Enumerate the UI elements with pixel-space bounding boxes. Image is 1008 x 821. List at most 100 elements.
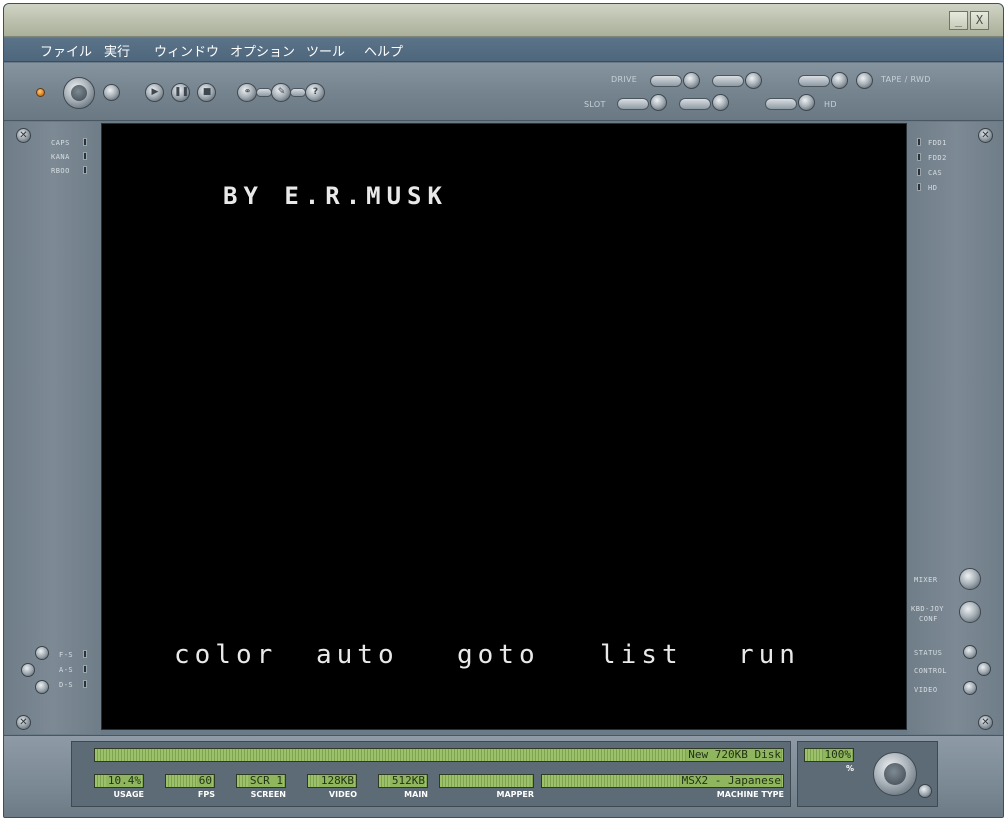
hd-slot[interactable] [765,98,797,110]
disk-status-display: New 720KB Disk [94,748,784,762]
fdd1-led [917,138,921,146]
drive-b-button[interactable] [745,72,762,89]
slot-1-cartridge[interactable] [617,98,649,110]
hd-indicator-label: HD [928,184,938,192]
disk-status-text: New 720KB Disk [686,748,781,761]
mixer-button[interactable] [959,568,981,590]
speed-display: 100% [804,748,854,762]
kbd-joy-config-button[interactable] [959,601,981,623]
hd-button[interactable] [798,94,815,111]
caps-label: CAPS [51,139,70,147]
menu-window[interactable]: ウィンドウ [154,41,219,60]
video-label: VIDEO [914,686,938,694]
speed-reset-button[interactable] [918,784,932,798]
as-led [83,665,87,673]
menu-run[interactable]: 実行 [104,41,130,60]
function-key-f2: auto [316,640,399,670]
screw-icon: ✕ [16,715,31,730]
tape-rewind-button[interactable] [856,72,873,89]
usage-value: 10.4% [105,774,141,787]
emulator-screen[interactable]: BY E.R.MUSK color auto goto list run [101,123,907,730]
drive-a-slot[interactable] [650,75,682,87]
kana-label: KANA [51,153,70,161]
mapper-display [439,774,534,788]
slot-2-button[interactable] [712,94,729,111]
speed-panel: 100% % [797,741,938,807]
fullscreen-button[interactable] [35,646,49,660]
hd-led [917,183,921,191]
fdd2-led [917,153,921,161]
usage-display: 10.4% [94,774,144,788]
menu-help[interactable]: ヘルプ [364,41,403,60]
fdd2-label: FDD2 [928,154,947,162]
reset-button[interactable] [103,84,120,101]
fs-led [83,650,87,658]
drive-a-button[interactable] [683,72,700,89]
ds-label: D-S [59,681,74,689]
menu-tools[interactable]: ツール [306,41,345,60]
toolbar-connector [290,88,306,97]
diskspeed-button[interactable] [35,680,49,694]
video-ram-caption: VIDEO [328,790,357,799]
screen-mode-value: SCR 1 [247,774,283,787]
mapper-caption: MAPPER [496,790,534,799]
menu-options[interactable]: オプション [230,41,295,60]
pause-button[interactable]: ❚❚ [171,83,190,102]
hd-label: HD [824,100,837,109]
toolbar-connector [256,88,272,97]
screen-mode-caption: SCREEN [250,790,286,799]
menu-file[interactable]: ファイル [40,41,92,60]
usage-caption: USAGE [113,790,144,799]
mapper-value [529,775,531,787]
tape-slot[interactable] [798,75,830,87]
cas-label: CAS [928,169,943,177]
help-button[interactable]: ? [305,83,325,102]
machine-type-display: MSX2 - Japanese [541,774,784,788]
kana-led [83,152,87,160]
kbd-joy-label: KBD-JOY [911,605,945,613]
title-bar[interactable]: _ X [4,4,1003,37]
rboo-label: RBOO [51,167,70,175]
autospeed-button[interactable] [21,663,35,677]
speed-knob[interactable] [873,752,917,796]
as-label: A-S [59,666,74,674]
video-ram-value: 128KB [318,774,354,787]
cas-led [917,168,921,176]
left-panel: ✕ CAPS KANA RBOO F-S A-S D-S ✕ [4,122,101,734]
power-knob[interactable] [63,77,95,109]
speed-caption: % [845,764,854,773]
fps-display: 60 [165,774,215,788]
status-bar: New 720KB Disk 10.4% USAGE 60 FPS SCR 1 … [4,735,1003,817]
toolbar: ▶ ❚❚ ■ ⚭ ✎ ? DRIVE TAPE / RWD SLOT HD [4,63,1003,121]
screw-icon: ✕ [978,128,993,143]
settings-button[interactable]: ✎ [271,83,291,102]
video-button[interactable] [963,681,977,695]
stop-icon: ■ [202,87,212,97]
close-button[interactable]: X [970,11,989,30]
screw-icon: ✕ [978,715,993,730]
drive-b-slot[interactable] [712,75,744,87]
conf-label: CONF [919,615,938,623]
tape-label: TAPE / RWD [881,75,931,84]
stop-button[interactable]: ■ [197,83,216,102]
control-button[interactable] [977,662,991,676]
screen-mode-display: SCR 1 [236,774,286,788]
play-icon: ▶ [151,87,159,97]
power-led [36,88,45,97]
tape-button[interactable] [831,72,848,89]
minimize-button[interactable]: _ [949,11,968,30]
slot-2-cartridge[interactable] [679,98,711,110]
main-ram-value: 512KB [389,774,425,787]
function-key-f1: color [174,640,278,670]
status-button[interactable] [963,645,977,659]
play-button[interactable]: ▶ [145,83,164,102]
properties-button[interactable]: ⚭ [237,83,257,102]
fs-label: F-S [59,651,74,659]
fps-value: 60 [196,774,212,787]
slot-label: SLOT [584,100,606,109]
slot-1-button[interactable] [650,94,667,111]
caps-led [83,138,87,146]
screen-credit-text: BY E.R.MUSK [223,182,448,210]
screw-icon: ✕ [16,128,31,143]
mixer-label: MIXER [914,576,938,584]
